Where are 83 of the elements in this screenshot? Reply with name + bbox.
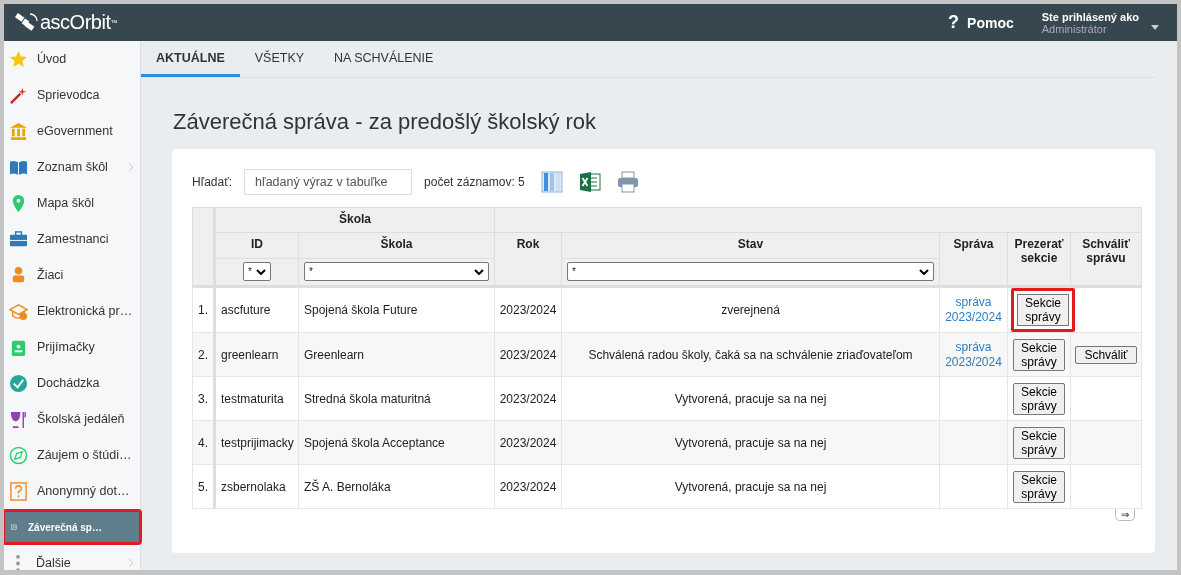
table-cell: greenlearn [214, 332, 299, 377]
column-header: Schváliť správu [1070, 232, 1142, 287]
sidebar-item[interactable]: Žiaci [4, 257, 140, 293]
check-circle-icon [9, 373, 28, 393]
more-icon [15, 553, 21, 570]
column-group-header: Škola [214, 207, 495, 233]
star-icon [9, 49, 28, 69]
app-logo[interactable]: ascOrbit$^{™}$ [14, 11, 118, 34]
sidebar-item[interactable]: Mapa škôl [4, 185, 140, 221]
approve-button[interactable]: Schváliť [1075, 345, 1137, 364]
table-cell: 2023/2024 [494, 420, 562, 465]
satellite-icon [14, 11, 40, 34]
column-header: ID [214, 232, 299, 259]
sections-button[interactable]: Sekcie správy [1013, 470, 1065, 503]
table-cell: Stredná škola maturitná [298, 376, 495, 421]
sidebar-item[interactable]: Školská jedáleň [4, 401, 140, 437]
chevron-icon [128, 558, 134, 568]
chevron-icon [128, 162, 134, 172]
school-filter-dropdown[interactable]: * [304, 262, 489, 281]
sections-button[interactable]: Sekcie správy [1013, 382, 1065, 415]
table-cell: zsbernolaka [214, 464, 299, 509]
sidebar-item[interactable]: Úvod [4, 41, 140, 77]
sections-button[interactable]: Sekcie správy [1011, 288, 1075, 332]
sidebar-item[interactable]: eGovernment [4, 113, 140, 149]
row-number: 4. [192, 420, 215, 465]
chevron-down-icon [474, 268, 484, 275]
column-header: Stav [561, 232, 940, 259]
table-cell: testmaturita [214, 376, 299, 421]
tab[interactable]: AKTUÁLNE [141, 41, 240, 77]
table-cell: Schválená radou školy, čaká sa na schválenie zriaďovateľom [561, 332, 940, 377]
cup-fork-icon [9, 409, 28, 429]
user-name: Administrátor [1041, 22, 1107, 35]
sections-button[interactable]: Sekcie správy [1013, 426, 1065, 459]
sidebar-item[interactable]: Ďalšie [4, 545, 140, 570]
user-label: Ste prihlásený ako [1041, 10, 1139, 23]
table-cell: Greenlearn [298, 332, 495, 377]
table-cell: Vytvorená, pracuje sa na nej [561, 464, 940, 509]
sidebar-item[interactable]: Prijímačky [4, 329, 140, 365]
table-cell: Vytvorená, pracuje sa na nej [561, 420, 940, 465]
excel-icon[interactable] [578, 171, 601, 193]
graduation-cap-icon [9, 301, 28, 321]
print-icon[interactable] [616, 171, 639, 193]
sidebar-item[interactable]: Anonymný dot… [4, 473, 140, 509]
row-number: 5. [192, 464, 215, 509]
row-number: 2. [192, 332, 215, 377]
bank-icon [9, 121, 28, 141]
briefcase-icon [9, 229, 28, 249]
sections-button[interactable]: Sekcie správy [1013, 338, 1065, 371]
chevron-down-icon [919, 268, 929, 275]
sidebar-item[interactable]: Zoznam škôl [4, 149, 140, 185]
table-cell: Vytvorená, pracuje sa na nej [561, 376, 940, 421]
sidebar-item[interactable]: Záujem o štúdi… [4, 437, 140, 473]
compass-icon [9, 445, 28, 465]
question-icon [9, 481, 28, 501]
status-filter-dropdown[interactable]: * [567, 262, 934, 281]
sidebar-item[interactable]: Dochádzka [4, 365, 140, 401]
columns-icon[interactable] [540, 171, 563, 193]
column-header: Prezerať sekcie [1007, 232, 1071, 287]
id-filter-dropdown[interactable]: * [243, 262, 271, 281]
column-header: Správa [939, 232, 1008, 287]
caret-icon [1151, 25, 1159, 30]
table-cell: 2023/2024 [494, 332, 562, 377]
table-cell: testprijimacky [214, 420, 299, 465]
sidebar-item[interactable]: Zamestnanci [4, 221, 140, 257]
search-label: Hľadať: [192, 175, 233, 189]
table-cell: 2023/2024 [494, 376, 562, 421]
column-header: Rok [494, 232, 562, 287]
sidebar-item[interactable]: Sprievodca [4, 77, 140, 113]
sidebar-item[interactable]: Záverečná sp… [4, 511, 140, 543]
help-button[interactable]: ? Pomoc [948, 12, 1014, 33]
table-cell: 2023/2024 [494, 464, 562, 509]
table-cell: Spojená škola Acceptance [298, 420, 495, 465]
column-header: Škola [298, 232, 495, 259]
chevron-down-icon [256, 268, 266, 275]
scroll-right-button[interactable]: ⇒ [1115, 509, 1135, 521]
user-menu[interactable]: Ste prihlásený ako Administrátor [1041, 10, 1165, 35]
record-count: počet záznamov: 5 [424, 175, 525, 189]
tab[interactable]: NA SCHVÁLENIE [319, 41, 449, 77]
tab[interactable]: VŠETKY [239, 41, 320, 77]
page-title: Záverečná správa - za predošlý školský rok [173, 109, 598, 135]
sidebar-item[interactable]: Elektronická pr… [4, 293, 140, 329]
table-cell: ZŠ A. Bernoláka [298, 464, 495, 509]
search-field[interactable]: hľadaný výraz v tabuľke [244, 169, 413, 195]
